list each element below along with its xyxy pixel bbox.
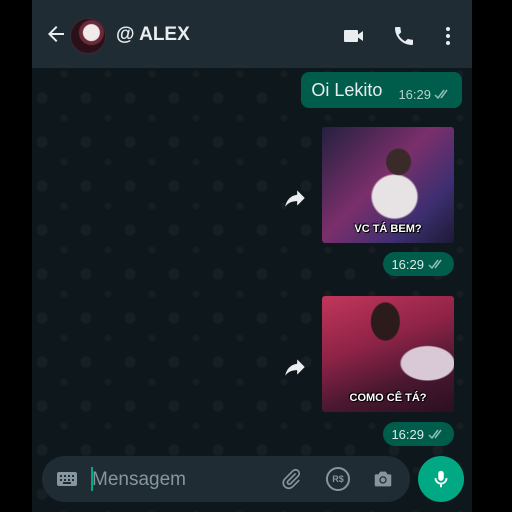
message-input-bar[interactable]: Mensagem R$ bbox=[42, 456, 410, 502]
voice-call-icon[interactable] bbox=[392, 24, 416, 48]
message-time: 16:29 bbox=[398, 86, 431, 102]
message-meta: 16:29 bbox=[383, 422, 454, 446]
microphone-icon bbox=[434, 470, 448, 488]
message-time: 16:29 bbox=[391, 426, 424, 442]
forward-icon[interactable] bbox=[282, 354, 308, 380]
message-input[interactable]: Mensagem bbox=[92, 469, 186, 491]
voice-message-button[interactable] bbox=[418, 456, 464, 502]
message-time: 16:29 bbox=[391, 256, 424, 272]
video-call-icon[interactable] bbox=[342, 24, 366, 48]
double-check-icon bbox=[434, 89, 448, 100]
sticker-image[interactable]: VC TÁ BEM? bbox=[322, 127, 454, 243]
back-arrow-icon[interactable] bbox=[44, 22, 68, 46]
sticker-caption: COMO CÊ TÁ? bbox=[349, 392, 427, 404]
contact-name[interactable]: @ ALEX bbox=[116, 24, 190, 46]
sticker-image[interactable]: COMO CÊ TÁ? bbox=[322, 296, 454, 412]
message-bubble[interactable]: Oi Lekito 16:29 bbox=[301, 72, 462, 108]
message-text: Oi Lekito bbox=[311, 79, 383, 100]
attach-icon[interactable] bbox=[280, 468, 302, 490]
chat-screen: @ ALEX Oi Lekito 16:29 VC TÁ BEM? 16:29 bbox=[32, 0, 472, 512]
chat-header: @ ALEX bbox=[32, 0, 472, 68]
avatar[interactable] bbox=[70, 18, 106, 54]
camera-icon[interactable] bbox=[372, 468, 394, 490]
payment-icon[interactable]: R$ bbox=[326, 467, 350, 491]
forward-icon[interactable] bbox=[282, 185, 308, 211]
double-check-icon bbox=[428, 259, 442, 270]
double-check-icon bbox=[428, 429, 442, 440]
more-options-icon[interactable] bbox=[436, 24, 460, 48]
message-meta: 16:29 bbox=[398, 87, 452, 102]
keyboard-icon[interactable] bbox=[56, 470, 78, 488]
sticker-caption: VC TÁ BEM? bbox=[354, 223, 422, 235]
message-meta: 16:29 bbox=[383, 252, 454, 276]
